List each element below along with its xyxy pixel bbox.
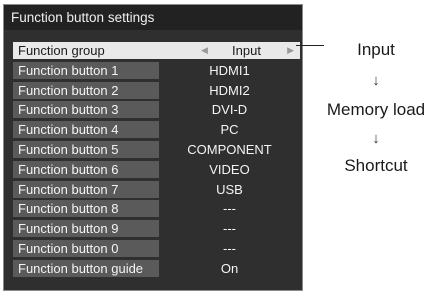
row-label: Function button 7 bbox=[13, 180, 159, 198]
row-label: Function button guide bbox=[13, 259, 159, 277]
row-function-button-9[interactable]: Function button 9 --- bbox=[13, 219, 300, 239]
row-label: Function button 8 bbox=[13, 200, 159, 218]
triangle-right-icon[interactable]: ▶ bbox=[287, 46, 294, 55]
function-button-settings-panel: Function button settings Function group … bbox=[3, 4, 303, 291]
row-label: Function button 9 bbox=[13, 220, 159, 238]
connector-line bbox=[296, 45, 324, 46]
function-group-selector[interactable]: ◀ Input ▶ bbox=[193, 42, 300, 59]
option-input: Input bbox=[357, 40, 395, 59]
row-function-button-6[interactable]: Function button 6 VIDEO bbox=[13, 160, 300, 180]
row-function-button-7[interactable]: Function button 7 USB bbox=[13, 180, 300, 200]
row-value: USB bbox=[216, 181, 243, 197]
panel-title: Function button settings bbox=[4, 5, 302, 30]
row-label: Function button 1 bbox=[13, 61, 159, 79]
row-label: Function button 6 bbox=[13, 160, 159, 178]
down-arrow-icon: ↓ bbox=[372, 130, 380, 147]
settings-list: Function group ◀ Input ▶ Function button… bbox=[13, 41, 300, 279]
option-memory-load: Memory load bbox=[326, 100, 426, 119]
option-shortcut: Shortcut bbox=[344, 156, 408, 175]
function-group-label: Function group bbox=[13, 42, 193, 59]
row-value: HDMI2 bbox=[209, 82, 250, 98]
row-function-button-8[interactable]: Function button 8 --- bbox=[13, 199, 300, 219]
row-value: --- bbox=[223, 221, 236, 237]
row-function-button-4[interactable]: Function button 4 PC bbox=[13, 120, 300, 140]
row-value: COMPONENT bbox=[187, 141, 272, 157]
row-label: Function button 0 bbox=[13, 239, 159, 257]
row-label: Function button 4 bbox=[13, 121, 159, 139]
row-function-button-3[interactable]: Function button 3 DVI-D bbox=[13, 100, 300, 120]
row-value: DVI-D bbox=[211, 102, 248, 118]
row-label: Function button 3 bbox=[13, 101, 159, 119]
row-function-button-guide[interactable]: Function button guide On bbox=[13, 259, 300, 279]
row-label: Function button 2 bbox=[13, 81, 159, 99]
down-arrow-icon: ↓ bbox=[372, 72, 380, 89]
row-function-button-2[interactable]: Function button 2 HDMI2 bbox=[13, 81, 300, 101]
triangle-left-icon[interactable]: ◀ bbox=[201, 46, 208, 55]
row-function-button-5[interactable]: Function button 5 COMPONENT bbox=[13, 140, 300, 160]
row-value: --- bbox=[223, 201, 236, 217]
row-value: VIDEO bbox=[209, 161, 250, 177]
function-group-value: Input bbox=[232, 43, 261, 58]
row-value: --- bbox=[223, 240, 236, 256]
row-value: On bbox=[220, 260, 239, 276]
row-function-button-0[interactable]: Function button 0 --- bbox=[13, 239, 300, 259]
row-value: PC bbox=[220, 122, 239, 138]
row-function-group[interactable]: Function group ◀ Input ▶ bbox=[13, 41, 300, 61]
row-value: HDMI1 bbox=[209, 62, 250, 78]
row-function-button-1[interactable]: Function button 1 HDMI1 bbox=[13, 61, 300, 81]
row-label: Function button 5 bbox=[13, 140, 159, 158]
